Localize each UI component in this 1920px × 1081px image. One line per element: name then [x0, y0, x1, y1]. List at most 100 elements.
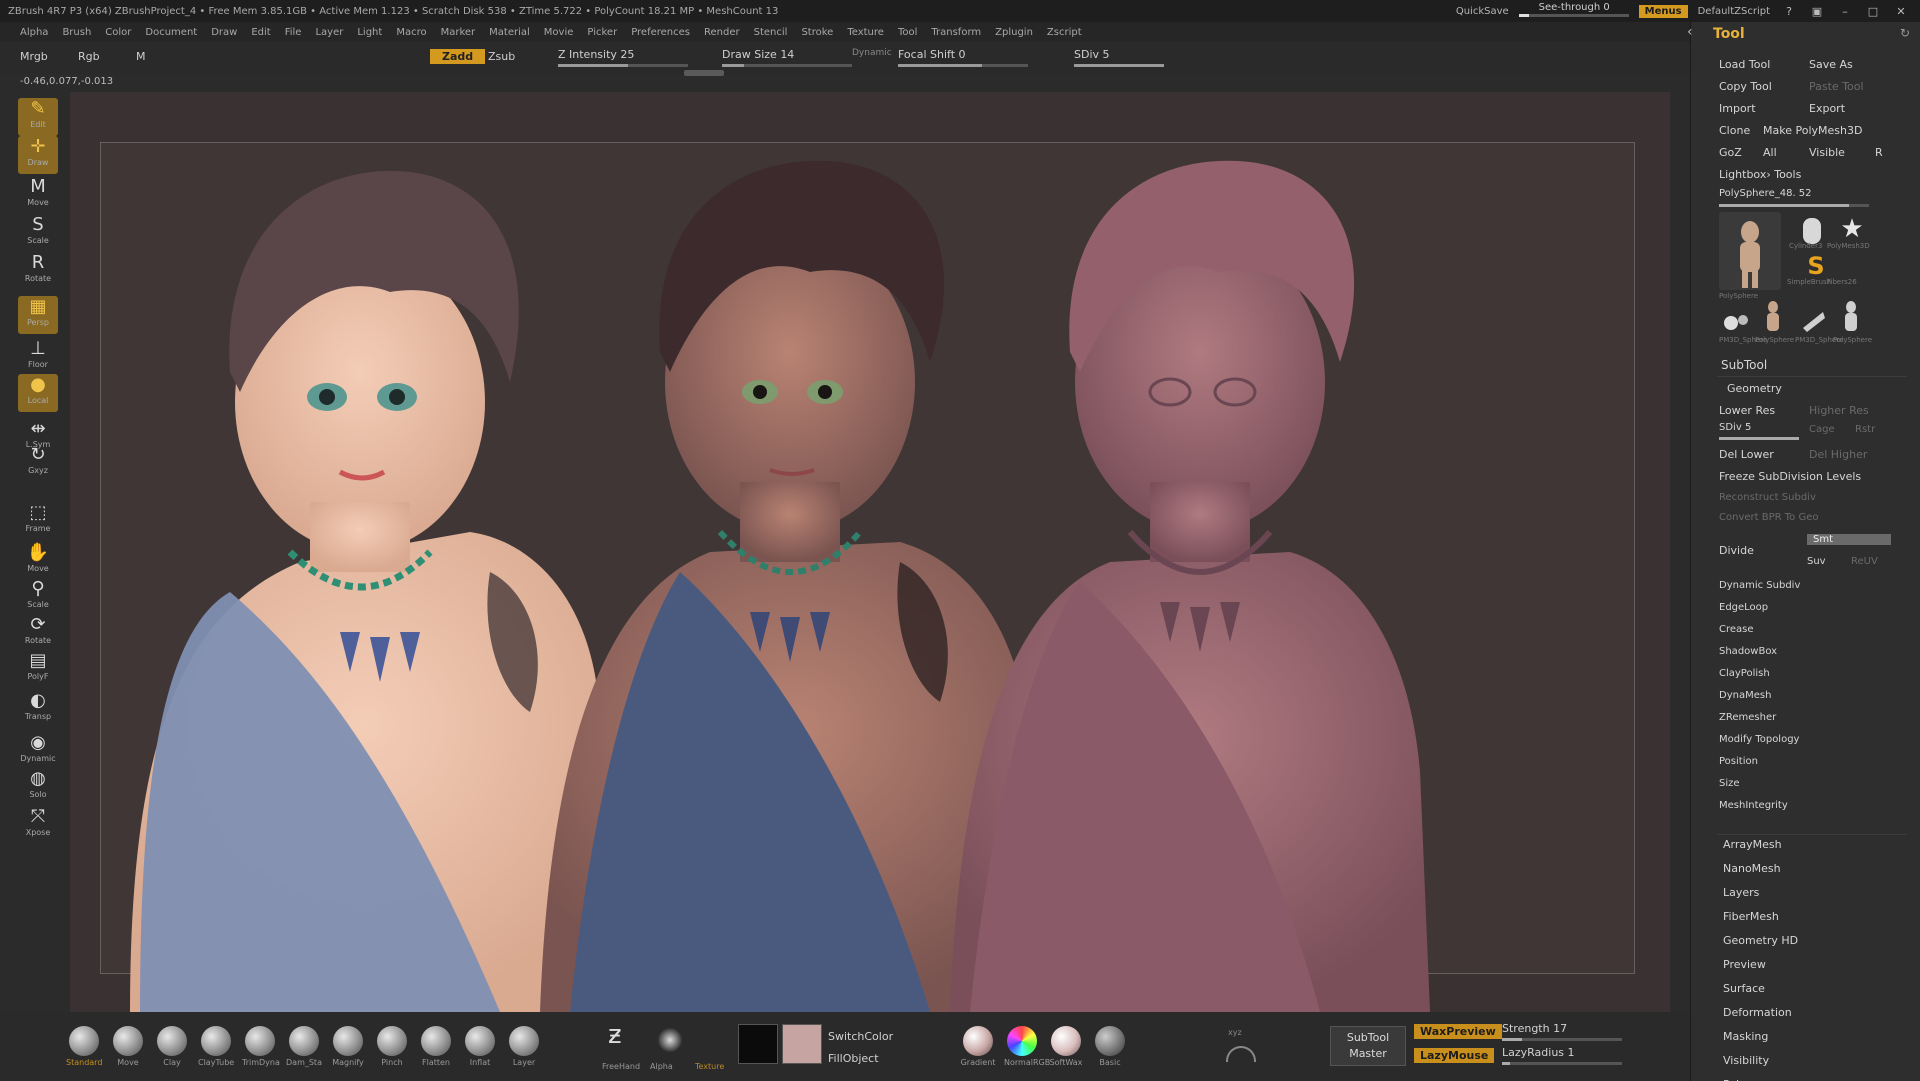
menu-material[interactable]: Material	[489, 27, 530, 38]
geometry-edgeloop[interactable]: EdgeLoop	[1719, 602, 1768, 613]
minimize-icon[interactable]: –	[1836, 5, 1854, 18]
zadd-button[interactable]: Zadd	[430, 49, 486, 64]
geometry-modify-topology[interactable]: Modify Topology	[1719, 734, 1799, 745]
save-as-button[interactable]: Save As	[1809, 58, 1853, 71]
divide-button[interactable]: Divide	[1719, 544, 1754, 557]
geometry-size[interactable]: Size	[1719, 778, 1740, 789]
rgb-button[interactable]: Rgb	[78, 50, 100, 63]
convert-bpr-button[interactable]: Convert BPR To Geo	[1719, 512, 1818, 523]
freehand-stroke-icon[interactable]: ƶ	[608, 1020, 622, 1050]
freeze-subdivision-button[interactable]: Freeze SubDivision Levels	[1719, 470, 1861, 483]
material-basic[interactable]: Basic	[1092, 1026, 1128, 1067]
brush-clay[interactable]: Clay	[154, 1026, 190, 1067]
dynamic-button[interactable]: Dynamic	[852, 48, 892, 58]
section-nanomesh[interactable]: NanoMesh	[1723, 862, 1781, 875]
brush-inflat[interactable]: Inflat	[462, 1026, 498, 1067]
section-deformation[interactable]: Deformation	[1723, 1006, 1792, 1019]
geometry-dynamic-subdiv[interactable]: Dynamic Subdiv	[1719, 580, 1800, 591]
menu-stencil[interactable]: Stencil	[754, 27, 788, 38]
wax-preview-toggle[interactable]: WaxPreview	[1414, 1024, 1502, 1039]
geometry-crease[interactable]: Crease	[1719, 624, 1754, 635]
shelf-persp-button-5[interactable]: ▦ Persp	[18, 296, 58, 334]
m-button[interactable]: M	[136, 50, 146, 63]
lazy-mouse-toggle[interactable]: LazyMouse	[1414, 1048, 1495, 1063]
goz-all-button[interactable]: All	[1763, 146, 1777, 159]
menu-movie[interactable]: Movie	[544, 27, 574, 38]
menu-zplugin[interactable]: Zplugin	[995, 27, 1033, 38]
suv-toggle[interactable]: Suv	[1807, 556, 1826, 567]
shelf-local-button-7[interactable]: ● Local	[18, 374, 58, 412]
geometry-shadowbox[interactable]: ShadowBox	[1719, 646, 1777, 657]
section-arraymesh[interactable]: ArrayMesh	[1723, 838, 1782, 851]
dock-icon[interactable]: ↻	[1900, 26, 1910, 40]
menu-stroke[interactable]: Stroke	[801, 27, 833, 38]
geometry-section[interactable]: Geometry	[1727, 382, 1782, 395]
geometry-meshintegrity[interactable]: MeshIntegrity	[1719, 800, 1788, 811]
menu-zscript[interactable]: Zscript	[1047, 27, 1082, 38]
brush-claytube[interactable]: ClayTube	[198, 1026, 234, 1067]
tool-thumb-polysphere[interactable]	[1719, 212, 1781, 290]
default-zscript-button[interactable]: DefaultZScript	[1698, 6, 1770, 17]
alpha-thumb[interactable]	[658, 1028, 682, 1052]
menu-preferences[interactable]: Preferences	[631, 27, 690, 38]
menu-texture[interactable]: Texture	[847, 27, 884, 38]
reuv-toggle[interactable]: ReUV	[1851, 556, 1878, 567]
menus-toggle-button[interactable]: Menus	[1638, 4, 1688, 18]
goz-button[interactable]: GoZ	[1719, 146, 1742, 159]
zsub-button[interactable]: Zsub	[488, 50, 515, 63]
shelf-rotate-button-13[interactable]: ⟳ Rotate	[18, 614, 58, 652]
lightbox-tools-button[interactable]: Lightbox› Tools	[1719, 168, 1801, 181]
menu-marker[interactable]: Marker	[441, 27, 476, 38]
rotation-gizmo-icon[interactable]	[1226, 1046, 1256, 1062]
see-through-slider[interactable]: See-through 0	[1518, 2, 1629, 18]
menu-layer[interactable]: Layer	[315, 27, 343, 38]
export-button[interactable]: Export	[1809, 102, 1845, 115]
section-layers[interactable]: Layers	[1723, 886, 1759, 899]
close-icon[interactable]: ✕	[1892, 5, 1910, 18]
collapse-arrow-icon[interactable]: ‹	[1687, 24, 1693, 40]
section-masking[interactable]: Masking	[1723, 1030, 1768, 1043]
del-higher-button[interactable]: Del Higher	[1809, 448, 1867, 461]
shelf-scale-button-3[interactable]: S Scale	[18, 214, 58, 252]
shelf-move-button-2[interactable]: M Move	[18, 176, 58, 214]
section-surface[interactable]: Surface	[1723, 982, 1765, 995]
reconstruct-subdiv-button[interactable]: Reconstruct Subdiv	[1719, 492, 1816, 503]
fill-object-button[interactable]: FillObject	[828, 1052, 879, 1065]
section-visibility[interactable]: Visibility	[1723, 1054, 1769, 1067]
geometry-zremesher[interactable]: ZRemesher	[1719, 712, 1776, 723]
section-geometry-hd[interactable]: Geometry HD	[1723, 934, 1798, 947]
import-button[interactable]: Import	[1719, 102, 1756, 115]
higher-res-button[interactable]: Higher Res	[1809, 404, 1869, 417]
brush-trimdyna[interactable]: TrimDyna	[242, 1026, 280, 1067]
menu-macro[interactable]: Macro	[396, 27, 426, 38]
menu-picker[interactable]: Picker	[587, 27, 617, 38]
model-viewport[interactable]	[70, 92, 1670, 1012]
shelf-xpose-button-18[interactable]: ⤧ Xpose	[18, 806, 58, 844]
section-fibermesh[interactable]: FiberMesh	[1723, 910, 1779, 923]
cage-button[interactable]: Cage	[1809, 424, 1835, 435]
smt-toggle[interactable]: Smt	[1807, 534, 1891, 545]
material-gradient[interactable]: Gradient	[960, 1026, 996, 1067]
menu-transform[interactable]: Transform	[931, 27, 981, 38]
tool-thumb-pm3d-sphere-2[interactable]	[1799, 304, 1827, 334]
switch-color-button[interactable]: SwitchColor	[828, 1030, 893, 1043]
material-softwax[interactable]: SoftWax	[1048, 1026, 1084, 1067]
secondary-color-swatch[interactable]	[738, 1024, 778, 1064]
shelf-rotate-button-4[interactable]: R Rotate	[18, 252, 58, 290]
shelf-solo-button-17[interactable]: ◍ Solo	[18, 768, 58, 806]
load-tool-button[interactable]: Load Tool	[1719, 58, 1770, 71]
tool-thumb-pm3d-sphere[interactable]	[1723, 308, 1749, 334]
goz-visible-button[interactable]: Visible	[1809, 146, 1845, 159]
shelf-gxyz-button-9[interactable]: ↻ Gxyz	[18, 444, 58, 482]
shelf-edit-button-0[interactable]: ✎ Edit	[18, 98, 58, 136]
menu-render[interactable]: Render	[704, 27, 740, 38]
brush-flatten[interactable]: Flatten	[418, 1026, 454, 1067]
menu-light[interactable]: Light	[357, 27, 382, 38]
layout-icon[interactable]: ▣	[1808, 5, 1826, 18]
shelf-draw-button-1[interactable]: ✛ Draw	[18, 136, 58, 174]
subtool-master-button[interactable]: SubTool Master	[1330, 1026, 1406, 1066]
mrgb-button[interactable]: Mrgb	[20, 50, 48, 63]
section-preview[interactable]: Preview	[1723, 958, 1766, 971]
help-icon[interactable]: ?	[1780, 5, 1798, 18]
subtool-section[interactable]: SubTool	[1721, 358, 1767, 372]
